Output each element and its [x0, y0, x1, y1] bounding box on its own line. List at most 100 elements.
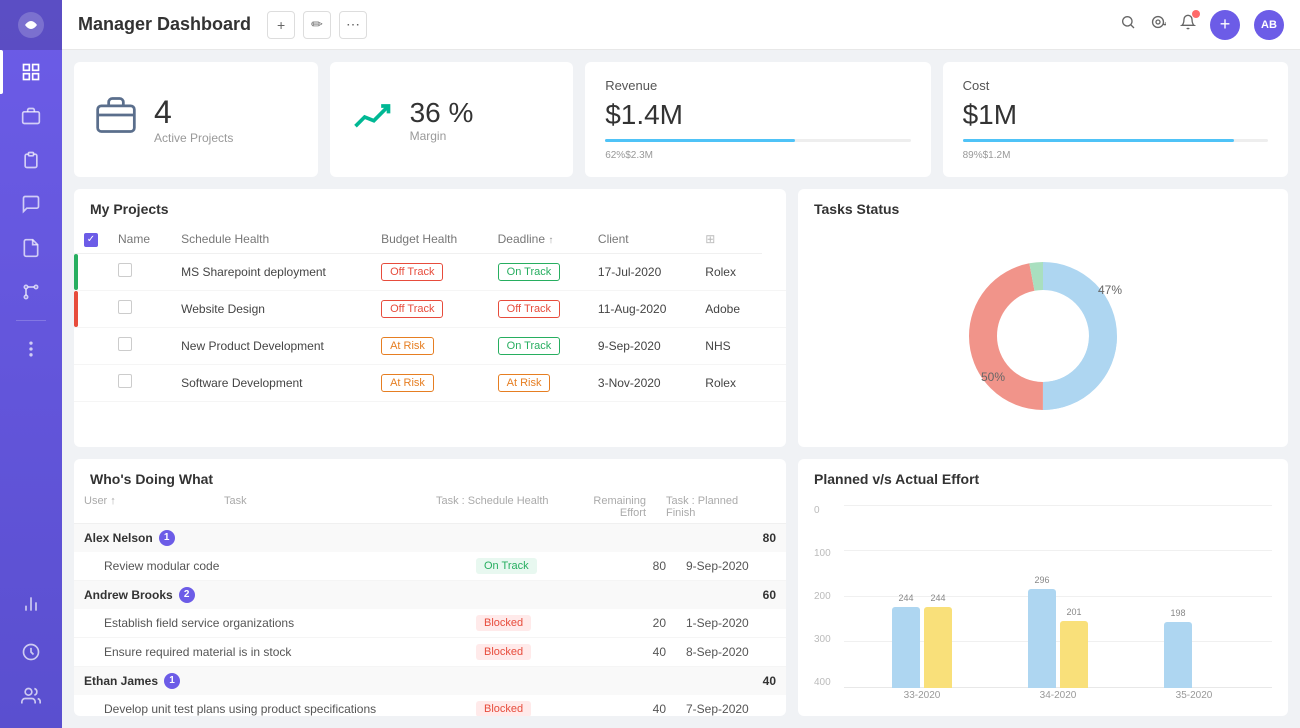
bar-1-actual-label: 244 — [930, 593, 945, 603]
sidebar-item-chart[interactable] — [0, 582, 62, 626]
row-checkbox[interactable] — [118, 337, 132, 351]
row-checkbox[interactable] — [118, 263, 132, 277]
bar-2-planned-label: 296 — [1034, 575, 1049, 585]
x-label-3: 35-2020 — [1176, 690, 1213, 706]
col-settings[interactable]: ⊞ — [695, 225, 761, 253]
sidebar-item-users[interactable] — [0, 674, 62, 718]
y-label-400: 400 — [814, 677, 844, 688]
bar-2-actual-label: 201 — [1066, 607, 1081, 617]
projects-table-container[interactable]: ✓ Name Schedule Health Budget Health Dea… — [74, 225, 786, 447]
task-remaining: 20 — [606, 616, 686, 630]
col-name: Name — [108, 225, 171, 253]
margin-label: Margin — [410, 129, 474, 143]
tasks-status-header: Tasks Status — [798, 189, 1288, 225]
row-checkbox[interactable] — [118, 300, 132, 314]
wdw-group-header: Alex Nelson 1 80 — [74, 524, 786, 552]
my-projects-card: My Projects ✓ Name Schedule Health Budge… — [74, 189, 786, 447]
header-actions: + ✏ ⋯ — [267, 11, 367, 39]
task-health: Blocked — [476, 615, 606, 631]
sidebar-item-dashboard[interactable] — [0, 50, 62, 94]
project-client: Adobe — [695, 290, 761, 327]
revenue-progress-bar — [605, 139, 910, 142]
projects-table: ✓ Name Schedule Health Budget Health Dea… — [74, 225, 786, 402]
wdw-task-row[interactable]: Review modular code On Track 80 9-Sep-20… — [74, 552, 786, 581]
sidebar-item-branch[interactable] — [0, 270, 62, 314]
sidebar-item-document[interactable] — [0, 226, 62, 270]
wdw-group-header: Andrew Brooks 2 60 — [74, 581, 786, 609]
content-area: 4 Active Projects 36 % Margin — [62, 50, 1300, 728]
task-finish: 1-Sep-2020 — [686, 616, 776, 630]
group-count: 1 — [164, 673, 180, 689]
margin-card: 36 % Margin — [330, 62, 574, 177]
task-name: Develop unit test plans using product sp… — [104, 702, 476, 716]
sidebar-item-clipboard[interactable] — [0, 138, 62, 182]
budget-badge: At Risk — [498, 374, 551, 392]
bar-2-planned — [1028, 589, 1056, 688]
select-all-checkbox[interactable]: ✓ — [84, 233, 98, 247]
tasks-status-card: Tasks Status — [798, 189, 1288, 447]
cost-pct-left: 89% — [963, 150, 983, 161]
x-label-2: 34-2020 — [1040, 690, 1077, 706]
budget-badge: Off Track — [498, 300, 560, 318]
table-row[interactable]: Website Design Off Track Off Track 11-Au… — [74, 290, 786, 327]
wdw-table[interactable]: Alex Nelson 1 80 Review modular code On … — [74, 524, 786, 717]
donut-label-50: 50% — [981, 370, 1005, 384]
active-projects-label: Active Projects — [154, 131, 233, 145]
main-area: Manager Dashboard + ✏ ⋯ — [62, 0, 1300, 728]
y-label-200: 200 — [814, 591, 844, 602]
whos-doing-what-header: Who's Doing What — [74, 459, 786, 495]
app-logo[interactable] — [0, 0, 62, 50]
y-label-300: 300 — [814, 634, 844, 645]
more-options-button[interactable]: ⋯ — [339, 11, 367, 39]
group-total: 60 — [763, 588, 776, 602]
task-remaining: 40 — [606, 702, 686, 716]
notifications-button[interactable] — [1180, 14, 1196, 35]
donut-chart-container: 47% 50% — [798, 225, 1288, 447]
sidebar-item-briefcase[interactable] — [0, 94, 62, 138]
task-name: Ensure required material is in stock — [104, 645, 476, 659]
col-extra — [756, 495, 776, 519]
cost-pct-right: $1.2M — [983, 150, 1011, 161]
left-column: My Projects ✓ Name Schedule Health Budge… — [74, 189, 786, 716]
cost-header: Cost — [963, 78, 990, 93]
chart-inner: 244 244 — [844, 505, 1272, 707]
schedule-badge: At Risk — [381, 337, 434, 355]
cost-value: $1M — [963, 99, 1017, 131]
bar-3-planned — [1164, 622, 1192, 688]
wdw-task-row[interactable]: Develop unit test plans using product sp… — [74, 695, 786, 717]
project-deadline: 17-Jul-2020 — [588, 253, 695, 290]
wdw-group-header: Ethan James 1 40 — [74, 667, 786, 695]
search-button[interactable] — [1120, 14, 1136, 35]
task-name: Review modular code — [104, 559, 476, 573]
table-row[interactable]: New Product Development At Risk On Track… — [74, 327, 786, 364]
planned-effort-header: Planned v/s Actual Effort — [798, 459, 1288, 495]
project-name: MS Sharepoint deployment — [171, 253, 371, 290]
notification-badge — [1192, 10, 1200, 18]
revenue-pct-right: $2.3M — [625, 150, 653, 161]
header: Manager Dashboard + ✏ ⋯ — [62, 0, 1300, 50]
group-count: 1 — [159, 530, 175, 546]
sidebar-item-more[interactable] — [0, 327, 62, 371]
sidebar-item-chat[interactable] — [0, 182, 62, 226]
table-row[interactable]: Software Development At Risk At Risk 3-N… — [74, 364, 786, 401]
header-right: + AB — [1120, 10, 1284, 40]
right-column: Tasks Status — [798, 189, 1288, 716]
at-mention-button[interactable] — [1150, 14, 1166, 35]
create-button[interactable]: + — [1210, 10, 1240, 40]
edit-button[interactable]: ✏ — [303, 11, 331, 39]
table-row[interactable]: MS Sharepoint deployment Off Track On Tr… — [74, 253, 786, 290]
add-tab-button[interactable]: + — [267, 11, 295, 39]
cost-progress-bar — [963, 139, 1268, 142]
project-name: Software Development — [171, 364, 371, 401]
margin-value: 36 % — [410, 97, 474, 129]
revenue-card: Revenue $1.4M 62% $2.3M — [585, 62, 930, 177]
row-checkbox[interactable] — [118, 374, 132, 388]
budget-badge: On Track — [498, 263, 561, 281]
sidebar-item-clock[interactable] — [0, 630, 62, 674]
project-client: Rolex — [695, 364, 761, 401]
task-remaining: 80 — [606, 559, 686, 573]
project-client: Rolex — [695, 253, 761, 290]
wdw-task-row[interactable]: Ensure required material is in stock Blo… — [74, 638, 786, 667]
user-avatar[interactable]: AB — [1254, 10, 1284, 40]
wdw-task-row[interactable]: Establish field service organizations Bl… — [74, 609, 786, 638]
